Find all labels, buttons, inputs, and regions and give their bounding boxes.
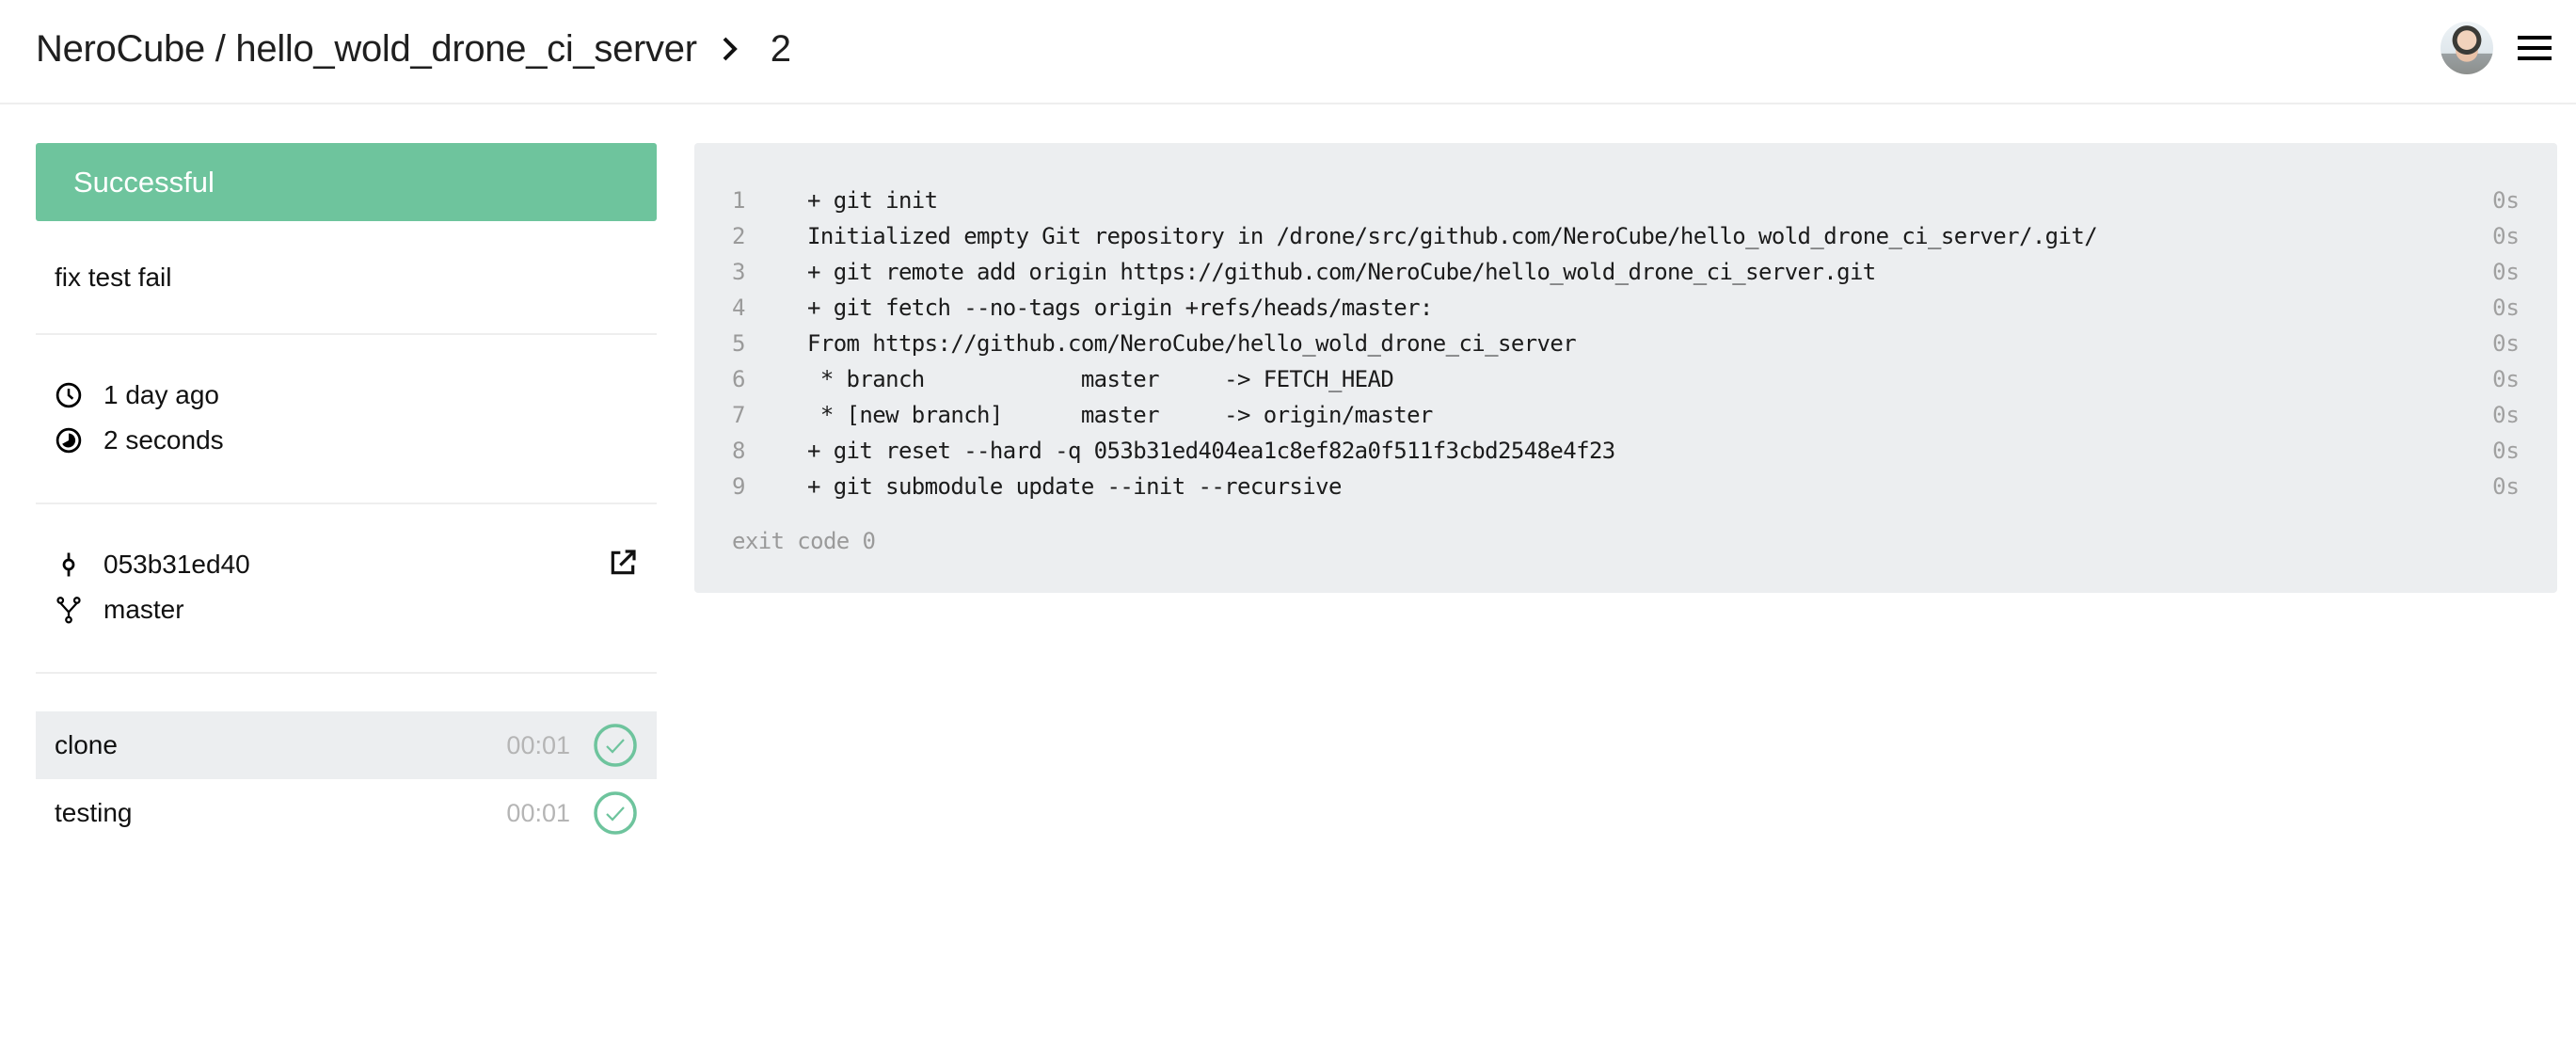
log-line-text: Initialized empty Git repository in /dro… bbox=[807, 223, 2098, 249]
menu-bar bbox=[2518, 46, 2552, 50]
log-line: 8 + git reset --hard -q 053b31ed404ea1c8e… bbox=[694, 433, 2557, 469]
log-line: 9 + git submodule update --init --recursi… bbox=[694, 469, 2557, 504]
log-line-text: + git remote add origin https://github.c… bbox=[807, 259, 1876, 285]
commit-sha: 053b31ed40 bbox=[103, 550, 250, 579]
exit-code: exit code 0 bbox=[732, 528, 876, 554]
build-sidebar: Successful fix test fail 1 day ago 2 sec… bbox=[36, 143, 657, 847]
breadcrumb-separator bbox=[205, 28, 215, 71]
log-line-time: 0s bbox=[2492, 187, 2520, 214]
log-line: 2 Initialized empty Git repository in /dr… bbox=[694, 218, 2557, 254]
log-line-text: + git init bbox=[807, 187, 938, 214]
log-line-time: 0s bbox=[2492, 438, 2520, 464]
log-lines: 1 + git init 0s 2 Initialized empty Git repo… bbox=[694, 183, 2557, 504]
build-duration-row: 2 seconds bbox=[55, 418, 657, 463]
log-line-time: 0s bbox=[2492, 330, 2520, 357]
log-line-time: 0s bbox=[2492, 473, 2520, 500]
success-check-icon bbox=[594, 724, 637, 767]
external-link-icon[interactable] bbox=[608, 548, 638, 578]
build-started-row: 1 day ago bbox=[55, 373, 657, 418]
breadcrumb-space bbox=[226, 28, 236, 71]
stage-name: clone bbox=[55, 730, 118, 759]
log-line-text: + git fetch --no-tags origin +refs/heads… bbox=[807, 295, 1433, 321]
log-line: 1 + git init 0s bbox=[694, 183, 2557, 218]
log-line-time: 0s bbox=[2492, 295, 2520, 321]
log-output-panel[interactable]: 1 + git init 0s 2 Initialized empty Git repo… bbox=[694, 143, 2557, 593]
stage-duration: 00:01 bbox=[506, 730, 570, 759]
menu-bar bbox=[2518, 36, 2552, 40]
log-line-text: + git submodule update --init --recursiv… bbox=[807, 473, 1342, 500]
build-status-banner: Successful bbox=[36, 143, 657, 221]
breadcrumb: NeroCube / hello_wold_drone_ci_server 2 bbox=[36, 23, 791, 75]
log-line-text: * [new branch] master -> origin/master bbox=[807, 402, 1434, 428]
stage-duration: 00:01 bbox=[506, 798, 570, 827]
clock-icon bbox=[55, 381, 83, 409]
chevron-right-icon bbox=[723, 37, 738, 61]
log-line-time: 0s bbox=[2492, 223, 2520, 249]
hamburger-menu-icon[interactable] bbox=[2518, 36, 2552, 60]
log-line-time: 0s bbox=[2492, 259, 2520, 285]
success-check-icon bbox=[594, 791, 637, 835]
log-line-number: 5 bbox=[732, 330, 746, 357]
build-timing: 1 day ago 2 seconds bbox=[36, 335, 657, 504]
commit-icon bbox=[55, 550, 83, 579]
log-line-text: From https://github.com/NeroCube/hello_w… bbox=[807, 330, 1577, 357]
log-line-number: 1 bbox=[732, 187, 746, 214]
log-line: 5 From https://github.com/NeroCube/hello_… bbox=[694, 326, 2557, 361]
log-line-text: * branch master -> FETCH_HEAD bbox=[807, 366, 1394, 392]
branch-name: master bbox=[103, 595, 184, 624]
breadcrumb-slash: / bbox=[215, 27, 226, 70]
stage-item-clone[interactable]: clone 00:01 bbox=[36, 711, 657, 779]
commit-message-text: fix test fail bbox=[55, 262, 172, 292]
build-started-text: 1 day ago bbox=[103, 380, 219, 409]
build-duration-text: 2 seconds bbox=[103, 425, 224, 455]
log-line: 6 * branch master -> FETCH_HEAD 0s bbox=[694, 361, 2557, 397]
log-line: 4 + git fetch --no-tags origin +refs/head… bbox=[694, 290, 2557, 326]
stage-name: testing bbox=[55, 798, 133, 827]
log-line-number: 4 bbox=[732, 295, 746, 321]
log-line-text: + git reset --hard -q 053b31ed404ea1c8ef… bbox=[807, 438, 1615, 464]
branch-icon bbox=[55, 596, 83, 624]
branch-row: master bbox=[55, 587, 657, 632]
repo-name-link[interactable]: hello_wold_drone_ci_server bbox=[235, 28, 697, 71]
log-line-number: 3 bbox=[732, 259, 746, 285]
log-line: 3 + git remote add origin https://github.… bbox=[694, 254, 2557, 290]
stage-item-testing[interactable]: testing 00:01 bbox=[36, 779, 657, 847]
log-line-number: 8 bbox=[732, 438, 746, 464]
stage-list: clone 00:01 testing 00:01 bbox=[36, 711, 657, 847]
build-status-text: Successful bbox=[73, 165, 215, 199]
log-line-time: 0s bbox=[2492, 366, 2520, 392]
build-number: 2 bbox=[770, 27, 791, 70]
duration-icon bbox=[55, 426, 83, 455]
user-avatar[interactable] bbox=[2441, 22, 2493, 74]
menu-bar bbox=[2518, 56, 2552, 60]
commit-row: 053b31ed40 bbox=[55, 542, 657, 587]
log-line-number: 6 bbox=[732, 366, 746, 392]
log-line-number: 7 bbox=[732, 402, 746, 428]
repo-owner-link[interactable]: NeroCube bbox=[36, 28, 205, 71]
log-line-number: 9 bbox=[732, 473, 746, 500]
commit-message: fix test fail bbox=[36, 221, 657, 335]
log-line-time: 0s bbox=[2492, 402, 2520, 428]
log-line: 7 * [new branch] master -> origin/master… bbox=[694, 397, 2557, 433]
log-line-number: 2 bbox=[732, 223, 746, 249]
build-source: 053b31ed40 master bbox=[36, 504, 657, 674]
top-header: NeroCube / hello_wold_drone_ci_server 2 bbox=[0, 0, 2576, 104]
